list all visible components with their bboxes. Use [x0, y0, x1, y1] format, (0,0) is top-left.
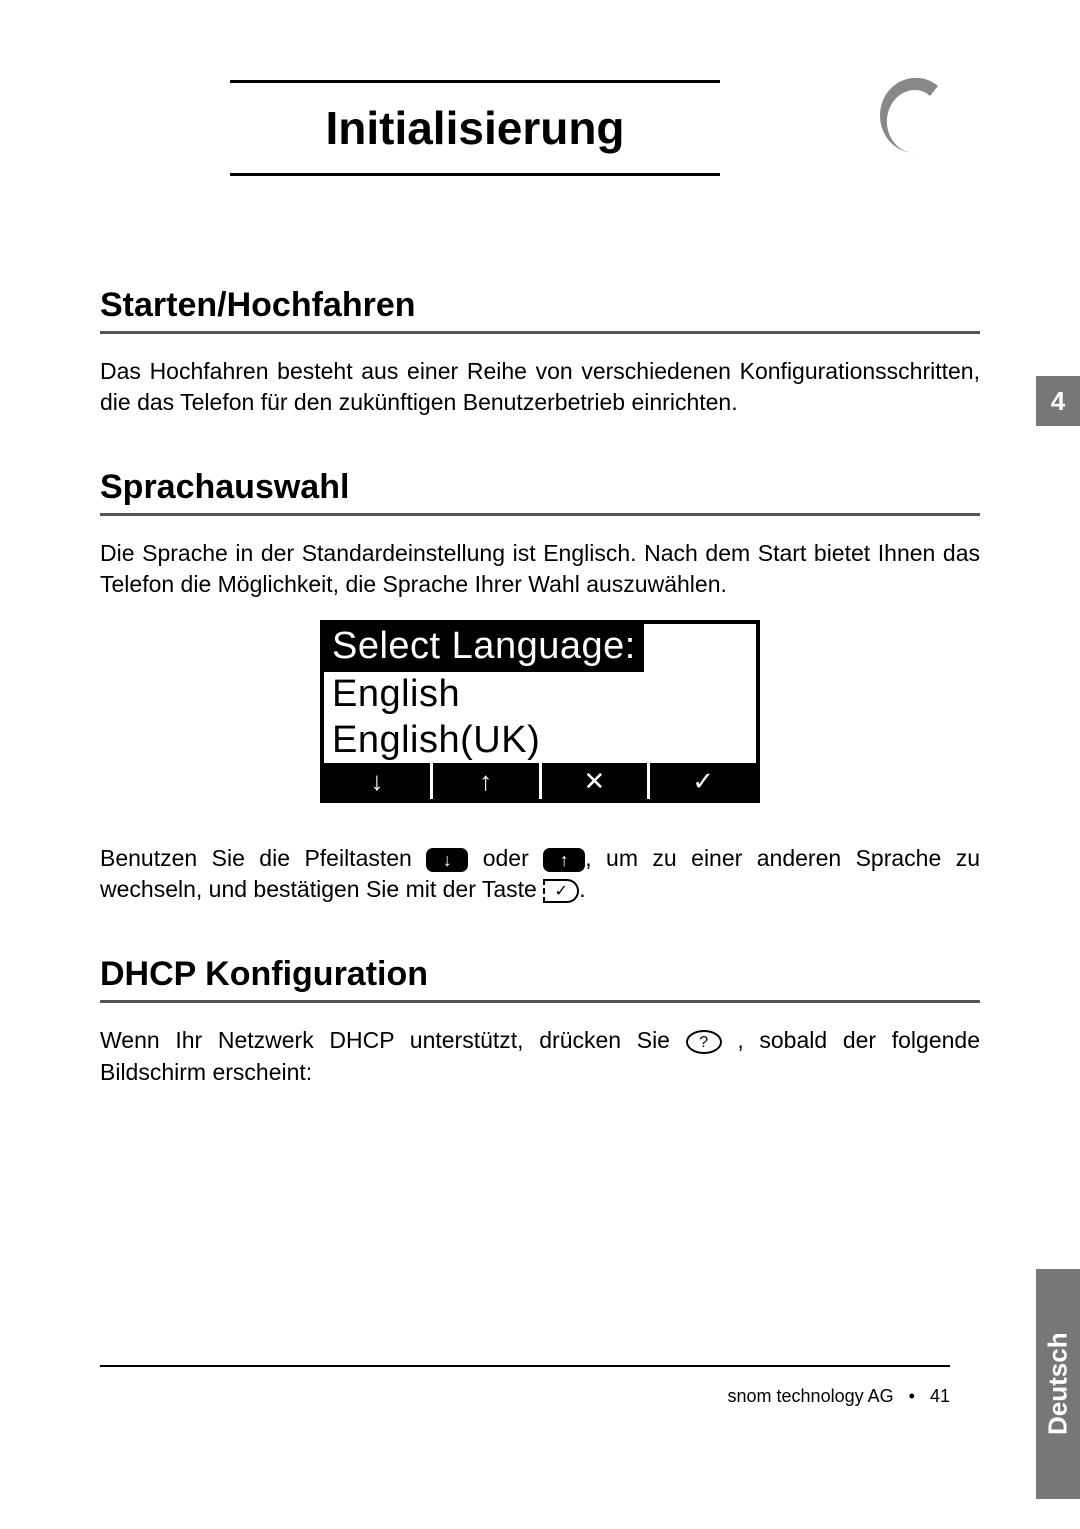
heading-dhcp: DHCP Konfiguration: [100, 955, 980, 1003]
question-key-icon: ?: [686, 1030, 722, 1054]
footer: snom technology AG • 41: [728, 1386, 950, 1407]
lcd-softkey-row: ↓ ↑ ✕ ✓: [324, 763, 756, 799]
lcd-title: Select Language:: [324, 624, 644, 672]
text-fragment: oder: [468, 845, 543, 871]
text-fragment: Wenn Ihr Netzwerk DHCP unterstützt, drüc…: [100, 1027, 686, 1053]
paragraph-sprachauswahl-intro: Die Sprache in der Standardeinstellung i…: [100, 538, 980, 600]
arrow-up-key-icon: ↑: [543, 848, 585, 872]
arrow-down-key-icon: ↓: [426, 848, 468, 872]
page-title: Initialisierung: [325, 102, 624, 154]
lcd-softkey-down-icon: ↓: [324, 763, 433, 799]
text-fragment: Benutzen Sie die Pfeiltasten: [100, 845, 426, 871]
footer-rule: [100, 1365, 950, 1367]
page-title-box: Initialisierung: [230, 80, 720, 176]
confirm-key-icon: ✓: [543, 879, 579, 903]
lcd-option-english: English: [324, 672, 756, 718]
heading-sprachauswahl: Sprachauswahl: [100, 468, 980, 516]
footer-page-number: 41: [930, 1386, 950, 1406]
paragraph-starten: Das Hochfahren besteht aus einer Reihe v…: [100, 356, 980, 418]
brand-logo-icon: [880, 78, 950, 153]
language-tab: Deutsch: [1036, 1269, 1080, 1499]
lcd-option-english-uk: English(UK): [324, 718, 756, 764]
lcd-softkey-cancel-icon: ✕: [542, 763, 651, 799]
lcd-softkey-up-icon: ↑: [433, 763, 542, 799]
lcd-screen-illustration: Select Language: English English(UK) ↓ ↑…: [320, 620, 760, 803]
lcd-softkey-confirm-icon: ✓: [650, 763, 756, 799]
footer-company: snom technology AG: [728, 1386, 894, 1406]
text-fragment: .: [579, 876, 585, 902]
chapter-tab: 4: [1036, 376, 1080, 426]
footer-separator: •: [909, 1386, 915, 1406]
paragraph-dhcp: Wenn Ihr Netzwerk DHCP unterstützt, drüc…: [100, 1025, 980, 1087]
paragraph-sprachauswahl-keys: Benutzen Sie die Pfeiltasten ↓ oder ↑, u…: [100, 843, 980, 905]
heading-starten: Starten/Hochfahren: [100, 286, 980, 334]
